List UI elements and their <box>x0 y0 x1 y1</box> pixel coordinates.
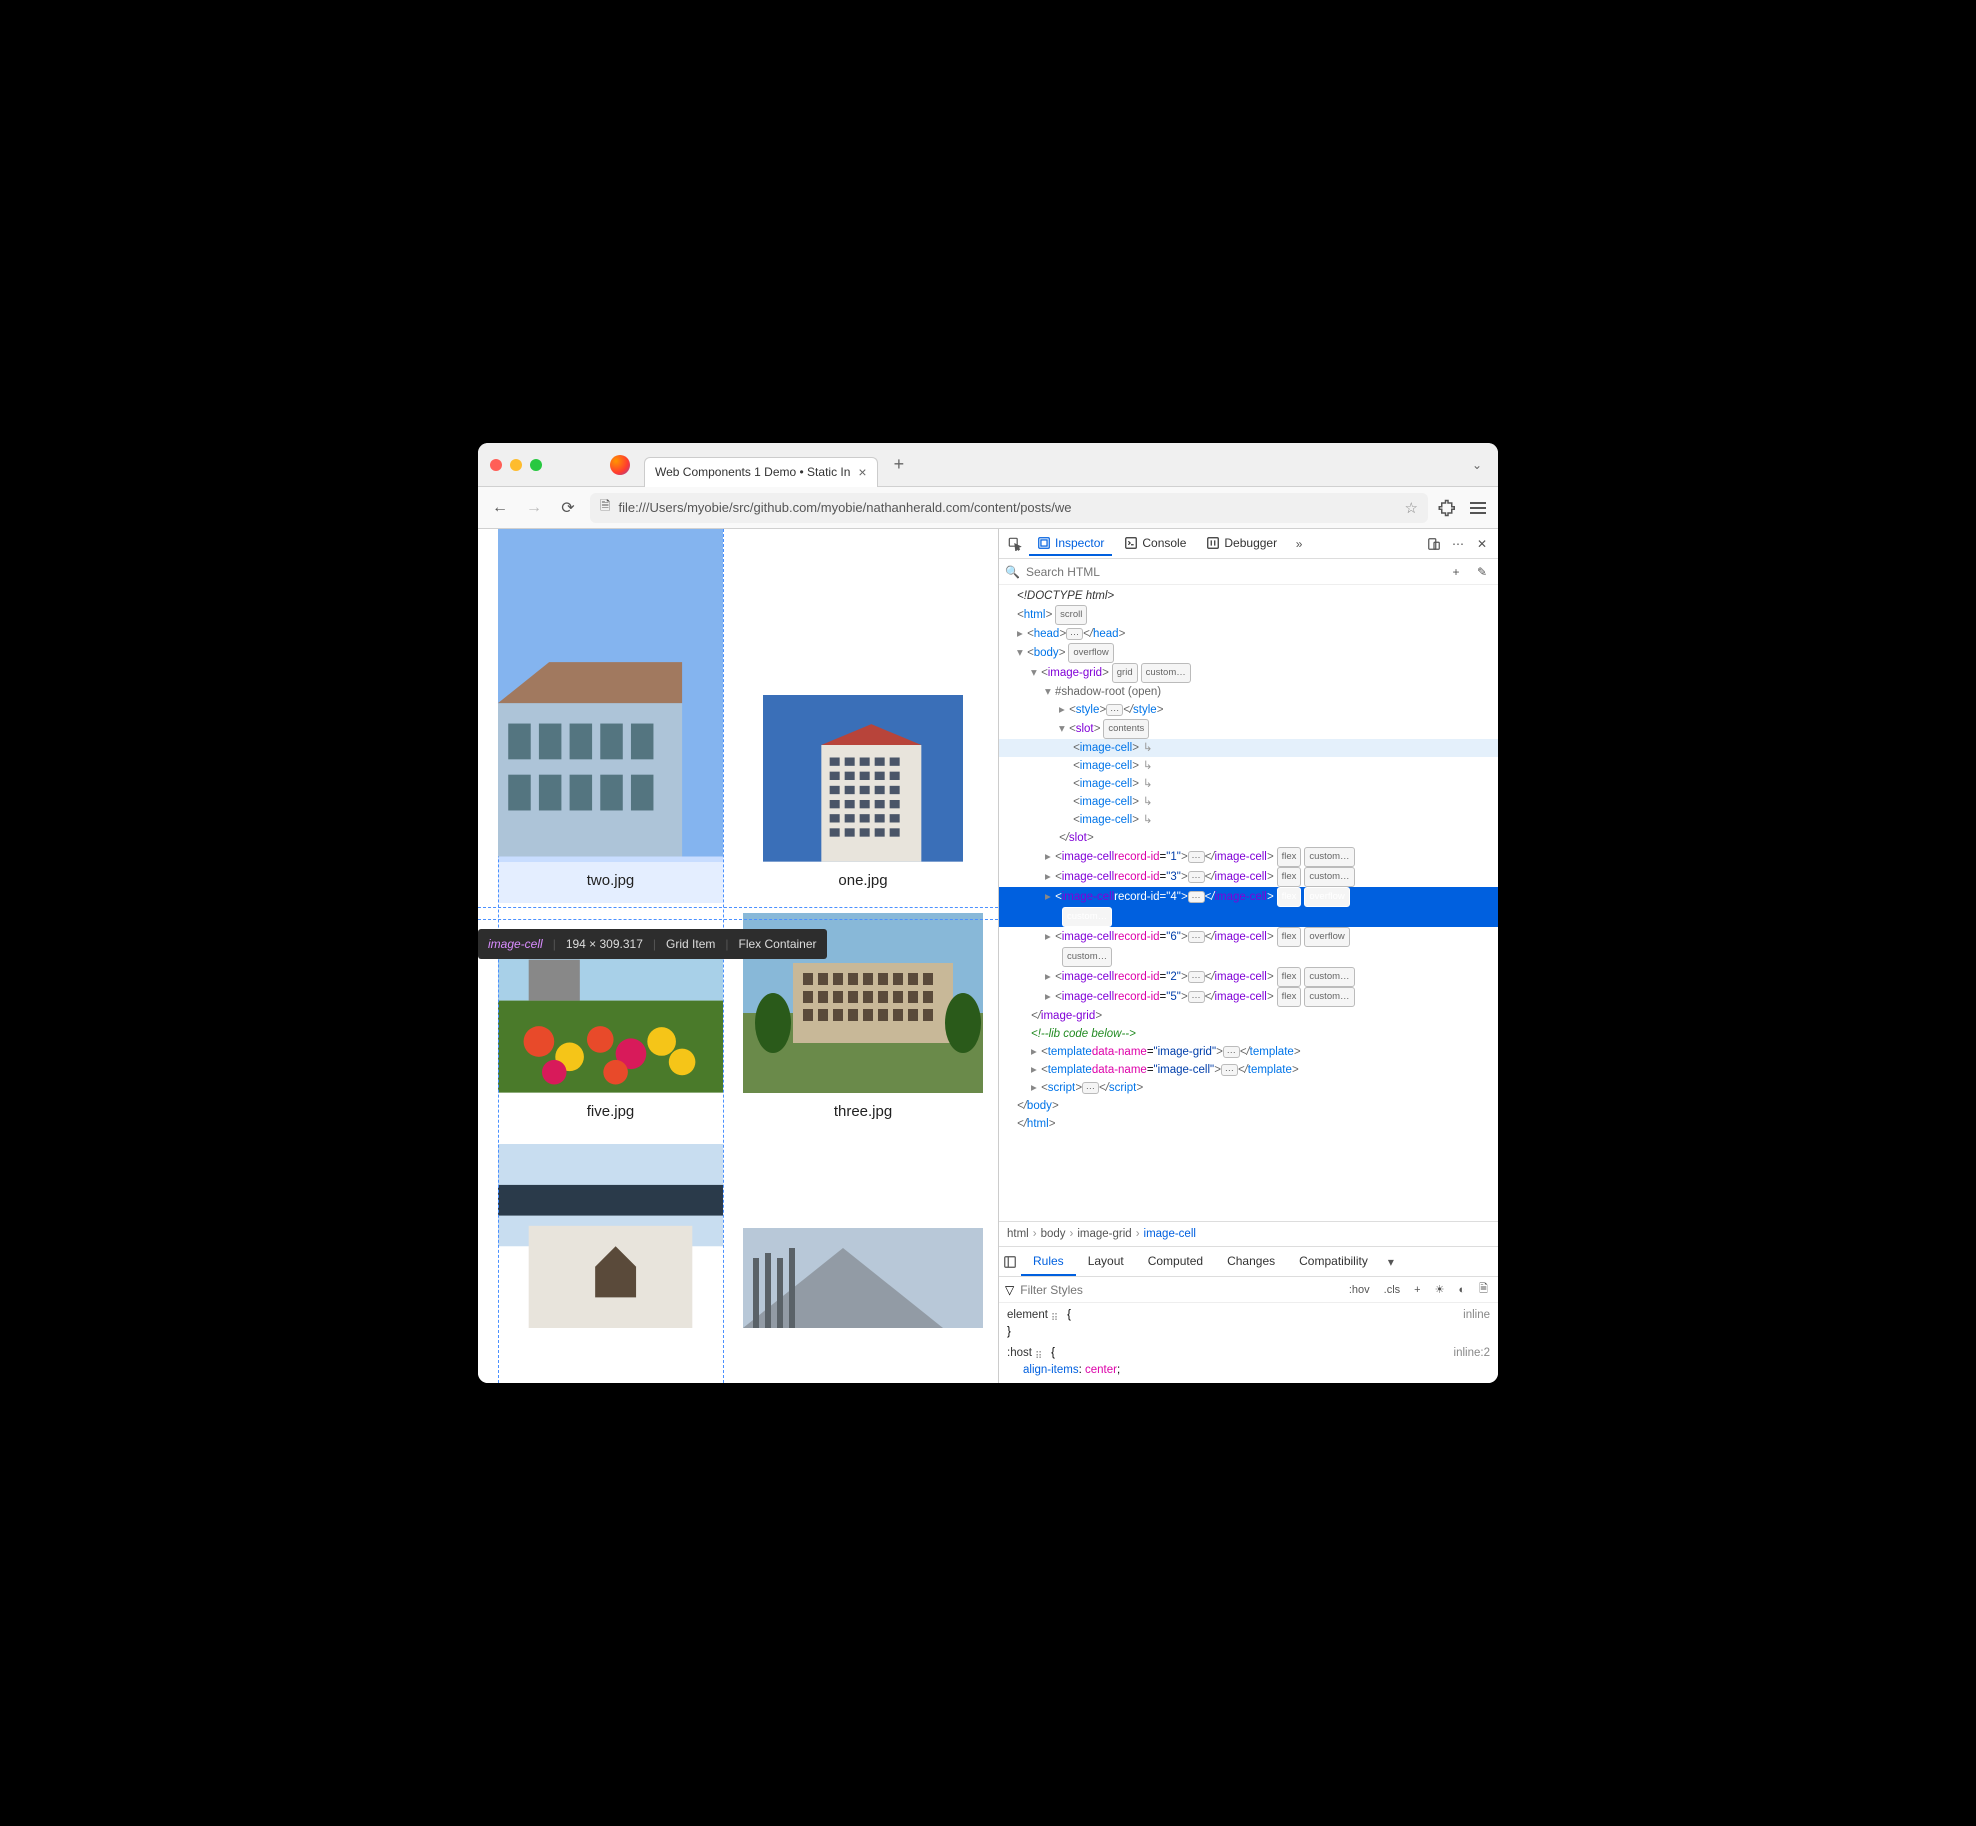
dom-search-bar: 🔍 + ✎ <box>999 559 1498 585</box>
caption: one.jpg <box>838 862 887 903</box>
print-media-icon[interactable]: 🗎 <box>1475 1278 1492 1301</box>
inspector-tooltip: image-cell | 194 × 309.317 | Grid Item |… <box>478 929 827 959</box>
image-cell[interactable] <box>743 1144 983 1328</box>
image-cell[interactable] <box>498 1144 723 1328</box>
image-cell[interactable]: one.jpg <box>743 529 983 903</box>
tooltip-element: image-cell <box>488 937 543 951</box>
app-menu-icon[interactable] <box>1468 498 1488 518</box>
rules-tab-computed[interactable]: Computed <box>1136 1248 1215 1276</box>
rules-tabs-more-icon[interactable]: ▾ <box>1380 1255 1402 1269</box>
titlebar: Web Components 1 Demo • Static In × + ⌄ <box>478 443 1498 487</box>
dom-tree[interactable]: <!DOCTYPE html><html>scroll▸<head>⋯</hea… <box>999 585 1498 1221</box>
rules-tab-changes[interactable]: Changes <box>1215 1248 1287 1276</box>
rules-tab-layout[interactable]: Layout <box>1076 1248 1136 1276</box>
light-scheme-icon[interactable]: ☀ <box>1431 1281 1449 1298</box>
zoom-window-button[interactable] <box>530 459 542 471</box>
page-icon: 🗎 <box>600 497 610 519</box>
tab-inspector[interactable]: Inspector <box>1029 532 1112 556</box>
dark-scheme-icon[interactable]: ◐ <box>1454 1282 1469 1298</box>
back-button[interactable]: ← <box>488 496 512 520</box>
minimize-window-button[interactable] <box>510 459 522 471</box>
add-node-icon[interactable]: + <box>1446 562 1466 582</box>
tab-title: Web Components 1 Demo • Static In <box>655 465 850 479</box>
tab-console[interactable]: Console <box>1116 532 1194 556</box>
main-area: image-cell | 194 × 309.317 | Grid Item |… <box>478 529 1498 1383</box>
responsive-mode-icon[interactable] <box>1424 534 1444 554</box>
rules-tab-compatibility[interactable]: Compatibility <box>1287 1248 1380 1276</box>
rules-filter-bar: ▽ :hov .cls + ☀ ◐ 🗎 <box>999 1277 1498 1303</box>
filter-icon: ▽ <box>1005 1283 1014 1297</box>
browser-tab[interactable]: Web Components 1 Demo • Static In × <box>644 457 878 487</box>
devtools-panel: Inspector Console Debugger » ⋯ ✕ 🔍 + ✎ <… <box>998 529 1498 1383</box>
tooltip-flex: Flex Container <box>738 937 816 951</box>
browser-window: Web Components 1 Demo • Static In × + ⌄ … <box>478 443 1498 1383</box>
eyedropper-icon[interactable]: ✎ <box>1472 562 1492 582</box>
add-rule-icon[interactable]: + <box>1410 1282 1424 1298</box>
url-toolbar: ← → ⟳ 🗎 file:///Users/myobie/src/github.… <box>478 487 1498 529</box>
caption: five.jpg <box>587 1093 635 1134</box>
pick-element-icon[interactable] <box>1005 534 1025 554</box>
tabs-dropdown-icon[interactable]: ⌄ <box>1472 458 1486 472</box>
tab-debugger[interactable]: Debugger <box>1198 532 1285 556</box>
cls-button[interactable]: .cls <box>1380 1282 1405 1298</box>
more-tabs-icon[interactable]: » <box>1289 534 1309 554</box>
caption: two.jpg <box>498 862 723 903</box>
image-one <box>763 695 963 862</box>
url-text: file:///Users/myobie/src/github.com/myob… <box>618 500 1396 515</box>
devtools-toolbar: Inspector Console Debugger » ⋯ ✕ <box>999 529 1498 559</box>
page-content: image-cell | 194 × 309.317 | Grid Item |… <box>478 529 998 1383</box>
close-tab-icon[interactable]: × <box>858 464 866 480</box>
forward-button[interactable]: → <box>522 496 546 520</box>
rules-tab-rules[interactable]: Rules <box>1021 1248 1076 1276</box>
devtools-menu-icon[interactable]: ⋯ <box>1448 534 1468 554</box>
breadcrumb: html›body›image-grid›image-cell <box>999 1221 1498 1247</box>
close-devtools-icon[interactable]: ✕ <box>1472 534 1492 554</box>
new-tab-button[interactable]: + <box>894 454 905 475</box>
breadcrumb-item[interactable]: image-cell <box>1144 1228 1196 1240</box>
search-icon: 🔍 <box>1005 565 1020 579</box>
firefox-icon <box>610 455 630 475</box>
breadcrumb-item[interactable]: html <box>1007 1228 1029 1240</box>
close-window-button[interactable] <box>490 459 502 471</box>
reload-button[interactable]: ⟳ <box>556 496 580 520</box>
caption: three.jpg <box>834 1093 892 1134</box>
tooltip-grid: Grid Item <box>666 937 715 951</box>
filter-styles-input[interactable] <box>1020 1283 1339 1297</box>
address-bar[interactable]: 🗎 file:///Users/myobie/src/github.com/my… <box>590 493 1428 523</box>
breadcrumb-item[interactable]: image-grid <box>1077 1228 1131 1240</box>
tooltip-dimensions: 194 × 309.317 <box>566 937 643 951</box>
image-cell[interactable]: two.jpg <box>498 529 723 903</box>
dom-search-input[interactable] <box>1026 565 1440 579</box>
bookmark-star-icon[interactable]: ☆ <box>1405 499 1418 517</box>
image-six <box>743 1228 983 1328</box>
extensions-icon[interactable] <box>1438 498 1458 518</box>
breadcrumb-item[interactable]: body <box>1041 1228 1066 1240</box>
traffic-lights <box>490 459 542 471</box>
image-four <box>498 1144 723 1328</box>
hov-button[interactable]: :hov <box>1345 1282 1374 1298</box>
rules-body[interactable]: inlineelement { } inline:2:host { align-… <box>999 1303 1498 1383</box>
sidebar-toggle-icon[interactable] <box>999 1255 1021 1269</box>
rules-tabs: Rules Layout Computed Changes Compatibil… <box>999 1247 1498 1277</box>
